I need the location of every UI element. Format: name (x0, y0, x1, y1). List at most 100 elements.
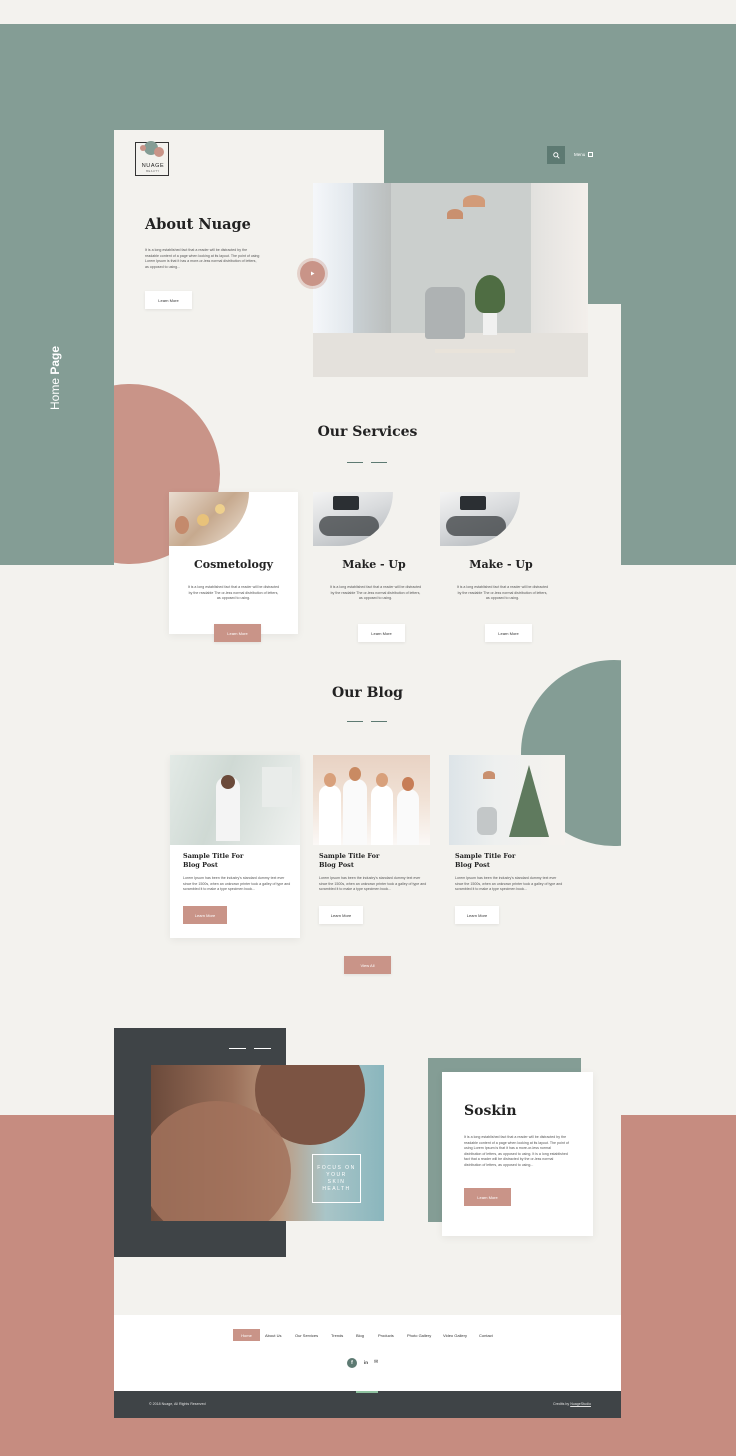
service-learn-more-button-2[interactable]: Learn More (358, 624, 405, 642)
linkedin-icon[interactable]: in (364, 1360, 368, 1365)
nav-item-trends[interactable]: Trends (331, 1333, 343, 1338)
footer-credits-link[interactable]: NuageStudio (570, 1402, 591, 1406)
blog-title: Our Blog (332, 685, 403, 701)
hero-lamp-1 (447, 209, 463, 219)
feature-card: Soskin It is a long established fact tha… (442, 1072, 593, 1236)
services-prev-arrow[interactable] (347, 462, 363, 463)
service-photo-1 (169, 492, 249, 546)
blog-card-2: Sample Title For Blog Post Lorem Ipsum h… (313, 755, 433, 938)
service-learn-more-button-3[interactable]: Learn More (485, 624, 532, 642)
blog-photo-2 (313, 755, 430, 845)
menu-label[interactable]: Menu (574, 152, 585, 157)
blog-photo-3-tree (509, 765, 549, 837)
blog-learn-more-button-3[interactable]: Learn More (455, 906, 499, 924)
feature-text: It is a long established fact that a rea… (464, 1135, 569, 1167)
service-title-2: Make - Up (342, 558, 406, 571)
service-photo-2 (313, 492, 393, 546)
nav-item-home-label: Home (241, 1332, 252, 1338)
footer-credits-prefix: Credits by (553, 1402, 571, 1406)
logo-dot-rose (154, 147, 164, 157)
feature-next-arrow[interactable] (254, 1048, 271, 1049)
blog-photo-2-head-1 (324, 773, 336, 787)
services-title: Our Services (317, 424, 418, 440)
about-title: About Nuage (145, 216, 251, 233)
menu-expand-icon[interactable] (588, 152, 593, 157)
feature-badge-text: FOCUS ON YOUR SKIN HEALTH (317, 1164, 356, 1192)
hero-chair (425, 287, 465, 339)
service-title-3: Make - Up (469, 558, 533, 571)
service-photo-1-face (175, 516, 189, 534)
service-learn-more-button-1[interactable]: Learn More (214, 624, 261, 642)
blog-card-1: Sample Title For Blog Post Lorem Ipsum h… (170, 755, 300, 938)
service-card-1: Cosmetology It is a long established fac… (169, 492, 298, 634)
blog-prev-arrow[interactable] (347, 721, 363, 722)
nav-item-home[interactable]: Home (233, 1329, 260, 1341)
footer-credits: Credits by NuageStudio (553, 1402, 591, 1406)
play-icon (311, 271, 315, 276)
page-canvas: NUAGE BEAUTY Menu About Nuage It is a lo… (114, 130, 621, 1418)
service-card-2: Make - Up It is a long established fact … (313, 492, 442, 634)
blog-photo-2-head-4 (402, 777, 414, 791)
nav-item-about-us[interactable]: About Us (265, 1333, 281, 1338)
blog-photo-2-head-3 (376, 773, 388, 787)
search-icon (552, 151, 560, 159)
blog-post-text-1: Lorem Ipsum has been the industry's stan… (183, 876, 291, 892)
mail-icon[interactable]: ✉ (374, 1359, 378, 1365)
blog-photo-1 (170, 755, 300, 845)
facebook-icon[interactable]: f (347, 1358, 357, 1368)
hero-lamp-2 (463, 195, 485, 207)
blog-view-all-button[interactable]: View All (344, 956, 391, 974)
facebook-glyph: f (351, 1360, 353, 1366)
footer-nav-area (114, 1315, 621, 1391)
blog-photo-3 (449, 755, 565, 845)
nav-item-products[interactable]: Products (378, 1333, 394, 1338)
feature-title: Soskin (464, 1103, 517, 1119)
blog-post-title-2: Sample Title For Blog Post (319, 852, 380, 869)
feature-learn-more-button[interactable]: Learn More (464, 1188, 511, 1206)
hero-table (435, 349, 515, 353)
service-text-1: It is a long established fact that a rea… (187, 585, 280, 601)
blog-photo-2-person-1 (319, 785, 341, 845)
nav-item-video-gallery[interactable]: Video Gallery (443, 1333, 467, 1338)
blog-next-arrow[interactable] (371, 721, 387, 722)
service-photo-3 (440, 492, 520, 546)
blog-post-text-2: Lorem Ipsum has been the industry's stan… (319, 876, 427, 892)
service-photo-1-light-2 (215, 504, 225, 514)
hero-interior-photo (313, 183, 588, 377)
about-learn-more-button[interactable]: Learn More (145, 291, 192, 309)
side-page-label: Home Page (48, 345, 62, 410)
nav-item-photo-gallery[interactable]: Photo Gallery (407, 1333, 431, 1338)
blog-post-title-3: Sample Title For Blog Post (455, 852, 516, 869)
blog-post-text-3: Lorem Ipsum has been the industry's stan… (455, 876, 563, 892)
service-card-3: Make - Up It is a long established fact … (440, 492, 569, 634)
blog-post-title-1: Sample Title For Blog Post (183, 852, 244, 869)
hero-plant (475, 275, 505, 313)
blog-photo-2-person-2 (343, 779, 367, 845)
blog-learn-more-button-2[interactable]: Learn More (319, 906, 363, 924)
logo[interactable]: NUAGE BEAUTY (135, 141, 169, 176)
search-button[interactable] (547, 146, 565, 164)
footer-dark-accent (356, 1391, 378, 1393)
service-photo-2-device (319, 516, 379, 536)
hero-floor (313, 333, 588, 377)
blog-photo-3-chair (477, 807, 497, 835)
play-button[interactable] (300, 261, 325, 286)
blog-photo-2-head-2 (349, 767, 361, 781)
nav-item-our-services[interactable]: Our Services (295, 1333, 318, 1338)
blog-card-3: Sample Title For Blog Post Lorem Ipsum h… (449, 755, 569, 938)
blog-photo-2-person-3 (371, 785, 393, 845)
nav-item-blog[interactable]: Blog (356, 1333, 364, 1338)
service-text-3: It is a long established fact that a rea… (456, 585, 549, 601)
blog-photo-2-person-4 (397, 789, 419, 845)
logo-text: NUAGE (141, 163, 165, 169)
service-photo-1-light-1 (197, 514, 209, 526)
services-next-arrow[interactable] (371, 462, 387, 463)
service-photo-2-screen (333, 496, 359, 510)
nav-item-contact[interactable]: Contact (479, 1333, 493, 1338)
service-photo-3-device (446, 516, 506, 536)
blog-learn-more-button-1[interactable]: Learn More (183, 906, 227, 924)
feature-prev-arrow[interactable] (229, 1048, 246, 1049)
service-title-1: Cosmetology (194, 558, 273, 571)
blog-photo-3-lamp (483, 771, 495, 779)
hero-plant-pot (483, 313, 497, 335)
